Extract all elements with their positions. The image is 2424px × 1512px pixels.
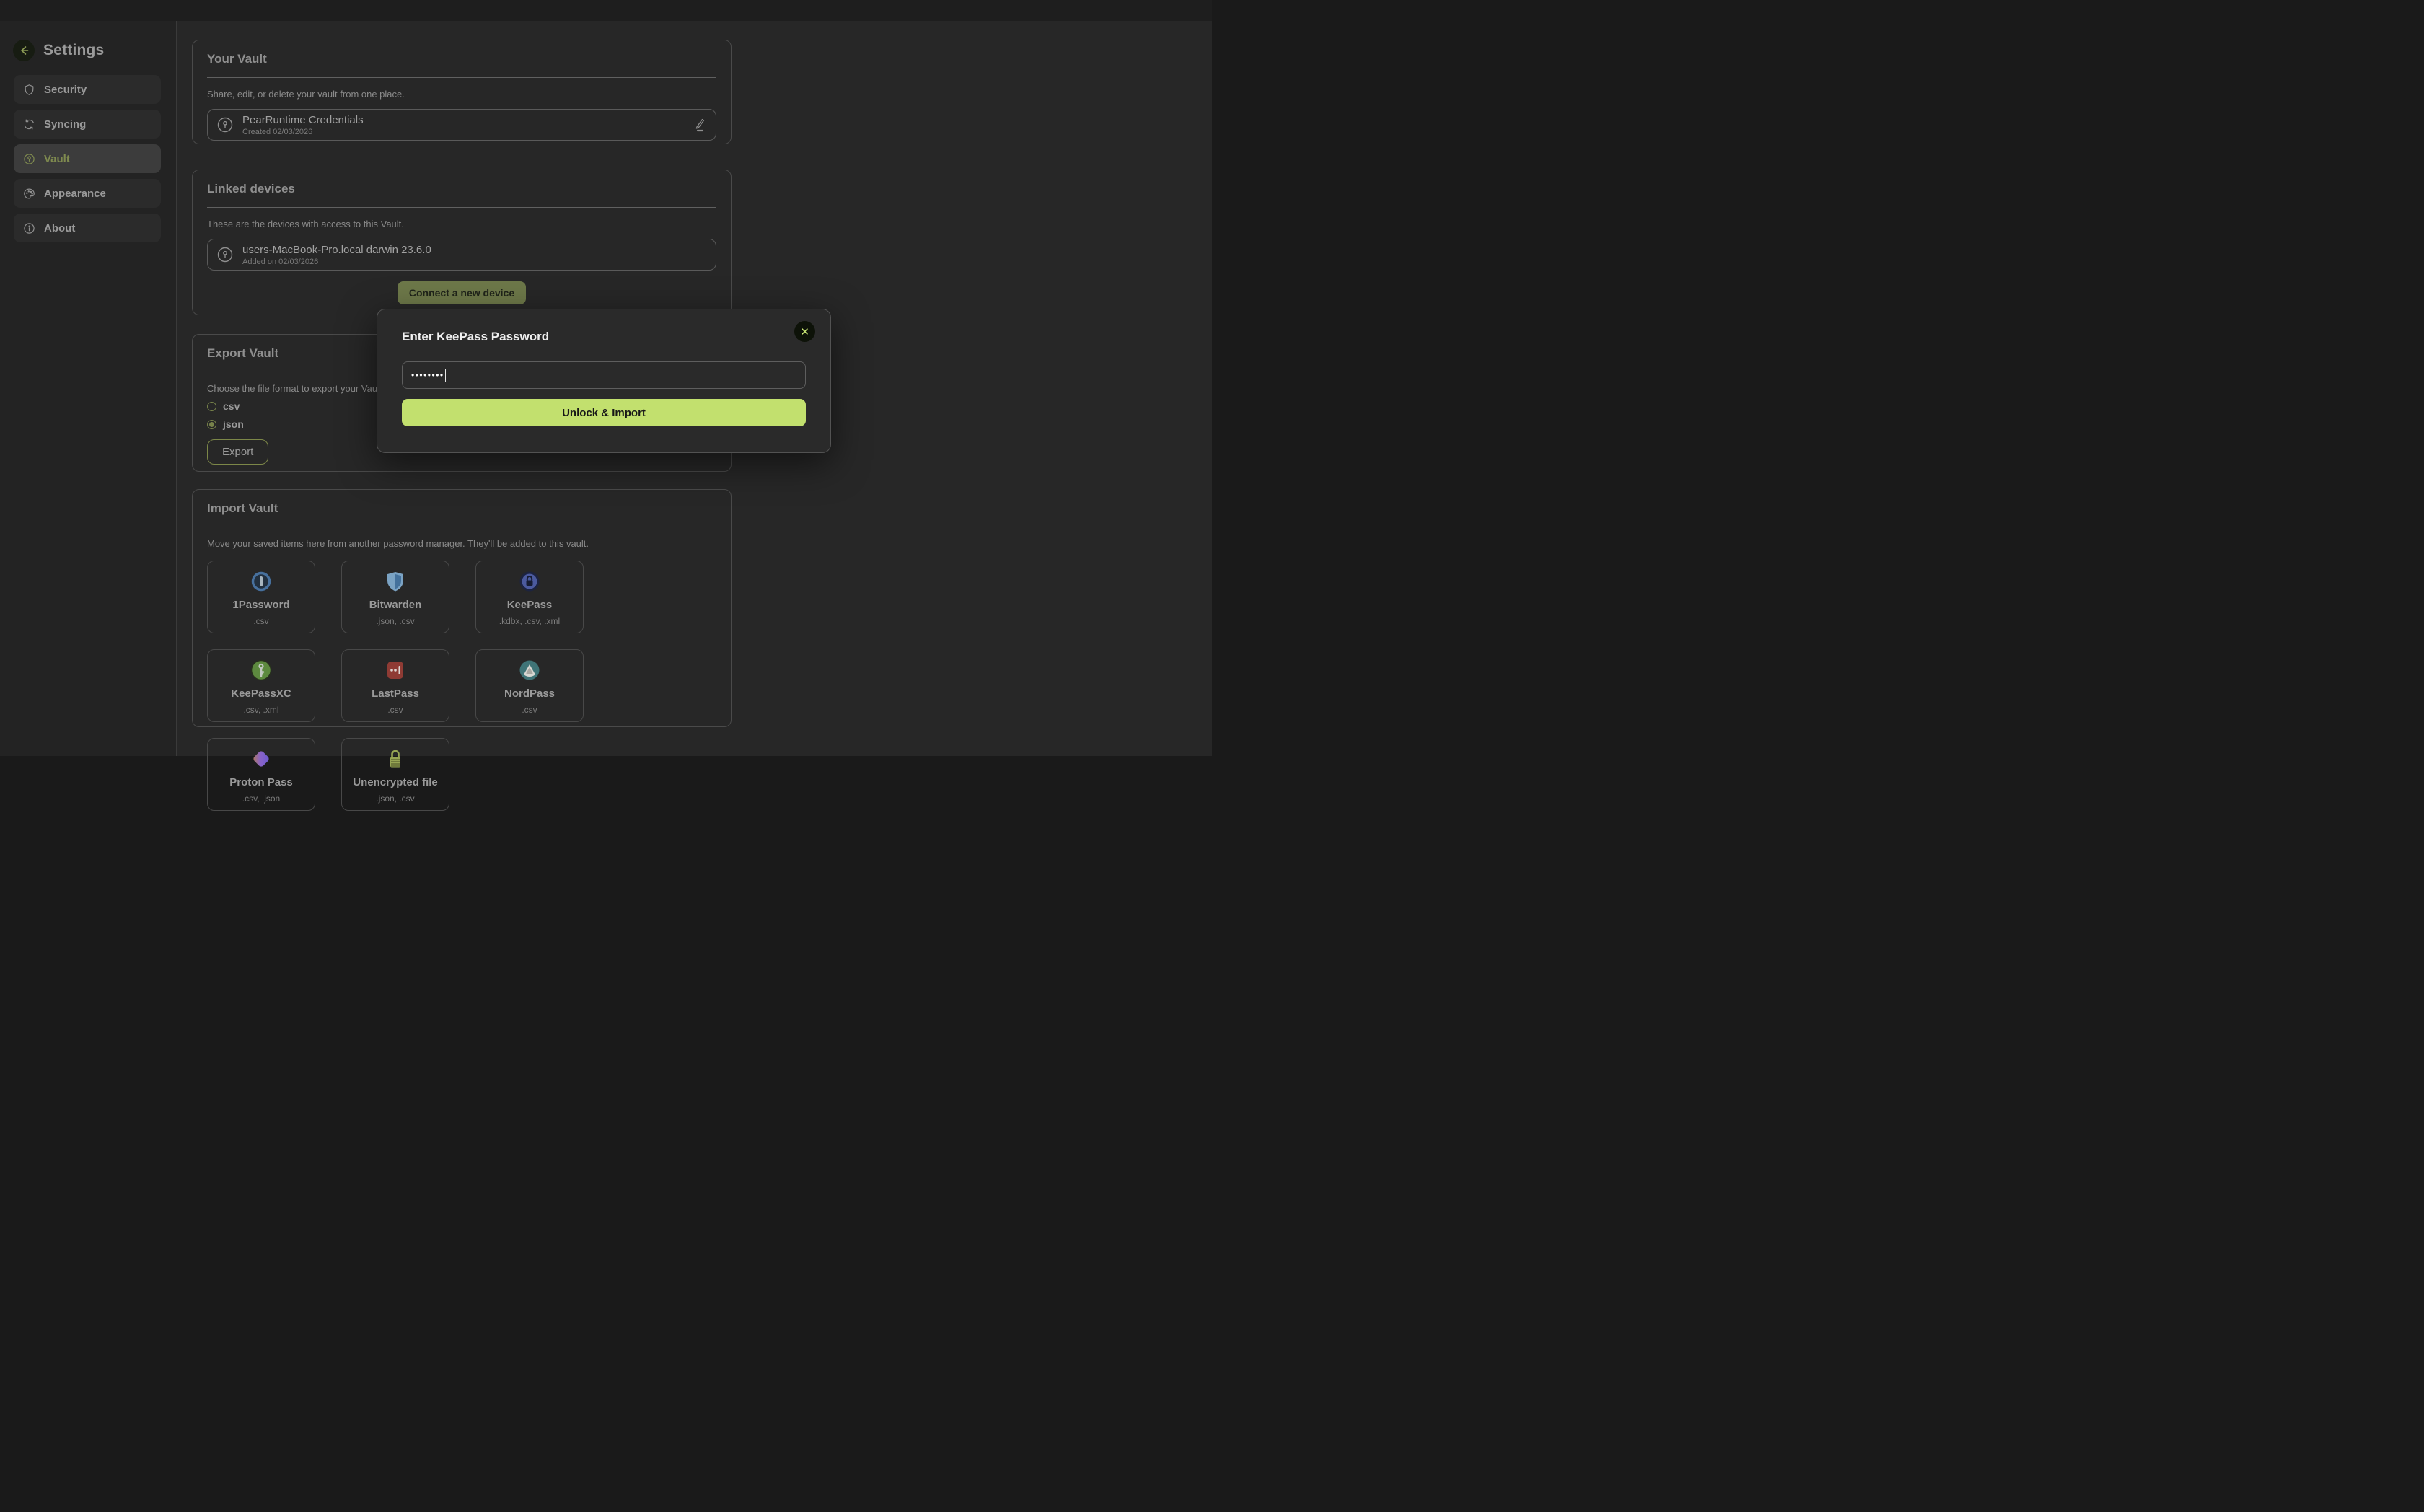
import-tile-protonpass[interactable]: Proton Pass .csv, .json — [207, 738, 315, 811]
back-button[interactable] — [13, 40, 35, 61]
card-title: Your Vault — [207, 52, 716, 66]
import-tile-bitwarden[interactable]: Bitwarden .json, .csv — [341, 561, 449, 633]
shield-icon — [23, 84, 35, 96]
sync-icon — [23, 118, 35, 131]
key-circle-icon — [216, 116, 234, 133]
pencil-icon[interactable] — [691, 117, 706, 133]
divider — [207, 77, 716, 78]
device-meta: Added on 02/03/2026 — [242, 258, 706, 266]
onepassword-icon — [250, 571, 272, 592]
sidebar-item-appearance[interactable]: Appearance — [14, 179, 161, 208]
nordpass-icon — [519, 659, 540, 681]
settings-sidebar: Settings Security Syncing Vault Appearan… — [0, 21, 177, 756]
sidebar-item-label: Syncing — [44, 118, 86, 131]
device-row[interactable]: users-MacBook-Pro.local darwin 23.6.0 Ad… — [207, 239, 716, 271]
card-description: These are the devices with access to thi… — [207, 219, 716, 229]
info-icon — [23, 222, 35, 234]
import-tile-keepassxc[interactable]: KeePassXC .csv, .xml — [207, 649, 315, 722]
import-tile-unencrypted[interactable]: Unencrypted file .json, .csv — [341, 738, 449, 811]
radio-checked-icon — [207, 420, 216, 429]
connect-new-device-button[interactable]: Connect a new device — [398, 281, 526, 304]
text-caret — [445, 369, 447, 382]
protonpass-icon — [250, 748, 272, 770]
import-tile-lastpass[interactable]: LastPass .csv — [341, 649, 449, 722]
arrow-left-icon — [18, 45, 30, 56]
import-provider-grid: 1Password .csv Bitwarden .json, .csv Kee… — [207, 561, 716, 811]
padlock-icon — [385, 748, 406, 770]
sidebar-item-security[interactable]: Security — [14, 75, 161, 104]
linked-devices-card: Linked devices These are the devices wit… — [192, 170, 732, 315]
sidebar-item-vault[interactable]: Vault — [14, 144, 161, 173]
import-tile-nordpass[interactable]: NordPass .csv — [475, 649, 584, 722]
keepass-icon — [519, 571, 540, 592]
unlock-import-button[interactable]: Unlock & Import — [402, 399, 806, 426]
import-vault-card: Import Vault Move your saved items here … — [192, 489, 732, 727]
page-title: Settings — [43, 42, 104, 59]
your-vault-card: Your Vault Share, edit, or delete your v… — [192, 40, 732, 144]
radio-label: json — [223, 418, 244, 430]
device-name: users-MacBook-Pro.local darwin 23.6.0 — [242, 244, 706, 256]
vault-meta: Created 02/03/2026 — [242, 128, 691, 136]
card-title: Import Vault — [207, 501, 716, 516]
close-icon: ✕ — [800, 325, 809, 338]
sidebar-item-syncing[interactable]: Syncing — [14, 110, 161, 139]
vault-name: PearRuntime Credentials — [242, 114, 691, 126]
sidebar-item-about[interactable]: About — [14, 214, 161, 242]
sidebar-item-label: Vault — [44, 153, 70, 165]
vault-row[interactable]: PearRuntime Credentials Created 02/03/20… — [207, 109, 716, 141]
radio-label: csv — [223, 400, 240, 412]
keepass-password-modal: ✕ Enter KeePass Password •••••••• Unlock… — [377, 309, 831, 453]
divider — [207, 207, 716, 208]
window-titlebar — [0, 0, 1212, 21]
key-circle-icon — [216, 246, 234, 263]
radio-unchecked-icon — [207, 402, 216, 411]
password-dots: •••••••• — [411, 370, 444, 380]
sidebar-item-label: About — [44, 222, 75, 234]
card-description: Share, edit, or delete your vault from o… — [207, 89, 716, 100]
palette-icon — [23, 188, 35, 200]
password-input[interactable]: •••••••• — [402, 361, 806, 389]
export-button[interactable]: Export — [207, 439, 268, 465]
modal-title: Enter KeePass Password — [402, 330, 806, 344]
close-button[interactable]: ✕ — [794, 321, 815, 342]
card-title: Linked devices — [207, 182, 716, 196]
lastpass-icon — [385, 659, 406, 681]
key-icon — [23, 153, 35, 165]
sidebar-item-label: Security — [44, 84, 87, 96]
bitwarden-icon — [385, 571, 406, 592]
keepassxc-icon — [250, 659, 272, 681]
card-description: Move your saved items here from another … — [207, 538, 716, 549]
sidebar-item-label: Appearance — [44, 188, 106, 200]
import-tile-1password[interactable]: 1Password .csv — [207, 561, 315, 633]
import-tile-keepass[interactable]: KeePass .kdbx, .csv, .xml — [475, 561, 584, 633]
